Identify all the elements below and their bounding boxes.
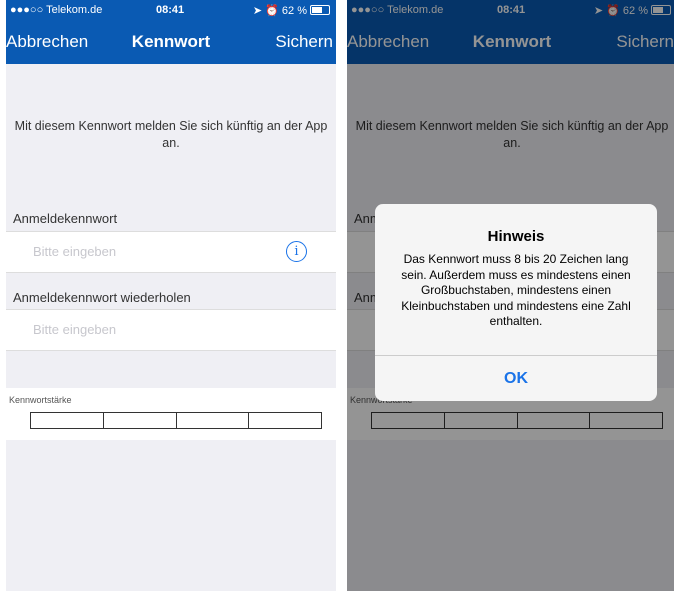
password-strength: Kennwortstärke [6,388,336,440]
nav-bar: Abbrechen Kennwort Sichern [6,20,336,64]
repeat-password-placeholder: Bitte eingeben [33,322,117,337]
password-placeholder: Bitte eingeben [33,244,117,259]
status-bar: ●●●○○ Telekom.de 08:41 ➤ ⏰ 62 % [6,0,336,20]
strength-label: Kennwortstärke [9,395,72,405]
battery-percent: 62 % [281,5,307,17]
repeat-password-label: Anmeldekennwort wiederholen [13,290,191,305]
clock: 08:41 [156,4,185,16]
content: Mit diesem Kennwort melden Sie sich künf… [6,64,336,591]
alert-dialog: Hinweis Das Kennwort muss 8 bis 20 Zeich… [375,204,657,401]
strength-meter [30,412,322,429]
strength-segment [31,413,104,428]
strength-segment [177,413,250,428]
carrier-label: ●●●○○ Telekom.de [10,4,103,16]
status-right: ➤ ⏰ 62 % [253,4,330,17]
alert-title: Hinweis [487,228,545,245]
password-field[interactable]: Bitte eingeben i [6,231,336,273]
password-label: Anmeldekennwort [13,211,118,226]
save-button[interactable]: Sichern [275,32,333,52]
alert-message: Das Kennwort muss 8 bis 20 Zeichen lang … [401,252,631,328]
screen-password-alert: ●●●○○ Telekom.de 08:41 ➤ ⏰ 62 % Abbreche… [347,0,674,591]
ok-button[interactable]: OK [375,356,657,401]
screen-password-form: ●●●○○ Telekom.de 08:41 ➤ ⏰ 62 % Abbreche… [6,0,336,591]
strength-segment [249,413,321,428]
intro-text: Mit diesem Kennwort melden Sie sich künf… [14,119,328,150]
info-icon[interactable]: i [286,241,307,262]
strength-segment [104,413,177,428]
repeat-password-field[interactable]: Bitte eingeben [6,309,336,351]
battery-icon [310,5,330,15]
